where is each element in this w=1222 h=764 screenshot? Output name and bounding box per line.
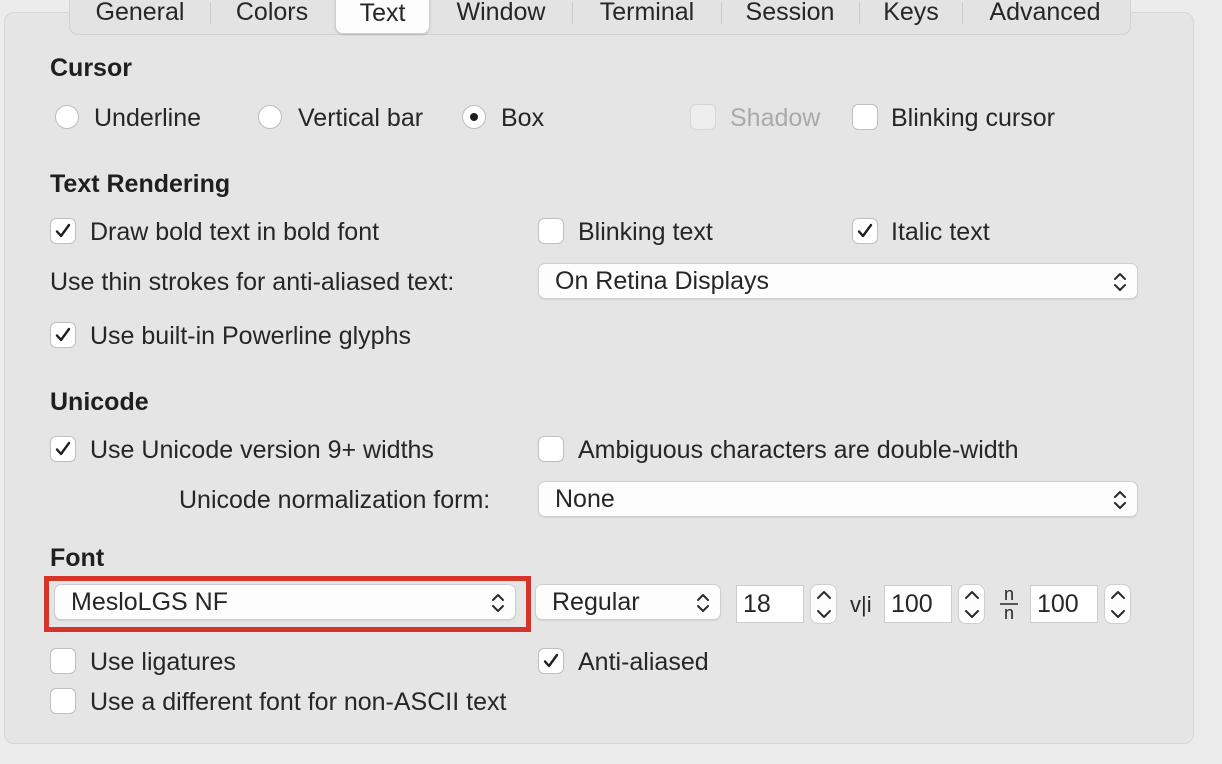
shadow-label: Shadow: [730, 104, 821, 132]
font-style-select[interactable]: Regular: [535, 584, 721, 620]
tab-window[interactable]: Window: [436, 0, 566, 32]
horizontal-spacing-stepper[interactable]: [958, 584, 985, 624]
radio-vertical-bar[interactable]: [258, 105, 282, 129]
tab-separator: [962, 2, 963, 24]
tab-session[interactable]: Session: [727, 0, 853, 32]
horizontal-spacing-icon: v|i: [850, 592, 872, 617]
radio-underline-label[interactable]: Underline: [94, 104, 201, 133]
horizontal-spacing-field[interactable]: 100: [884, 585, 952, 623]
non-ascii-font-checkbox[interactable]: [50, 688, 76, 714]
tab-terminal[interactable]: Terminal: [578, 0, 716, 32]
chevron-up-icon: [1111, 591, 1125, 599]
svg-text:n: n: [1004, 603, 1014, 623]
italic-text-label[interactable]: Italic text: [891, 218, 990, 247]
ligatures-label[interactable]: Use ligatures: [90, 648, 236, 677]
unicode-widths-checkbox[interactable]: [50, 436, 76, 462]
blinking-text-label[interactable]: Blinking text: [578, 218, 713, 247]
italic-text-checkbox[interactable]: [852, 218, 878, 244]
cursor-heading: Cursor: [50, 54, 132, 82]
thin-strokes-select[interactable]: On Retina Displays: [538, 263, 1138, 299]
chevron-up-icon: [817, 591, 831, 599]
thin-strokes-label: Use thin strokes for anti-aliased text:: [50, 268, 455, 296]
updown-chevron-icon: [1114, 273, 1126, 291]
powerline-checkbox[interactable]: [50, 322, 76, 348]
tab-advanced[interactable]: Advanced: [968, 0, 1122, 32]
checkmark-icon: [55, 223, 71, 238]
anti-aliased-checkbox[interactable]: [538, 648, 564, 674]
chevron-down-icon: [1111, 610, 1125, 618]
tab-general[interactable]: General: [76, 0, 204, 32]
radio-box-label[interactable]: Box: [501, 104, 544, 133]
checkmark-icon: [543, 653, 559, 668]
blinking-text-checkbox[interactable]: [538, 218, 564, 244]
anti-aliased-label[interactable]: Anti-aliased: [578, 648, 709, 677]
tab-separator: [572, 2, 573, 24]
chevron-up-icon: [965, 591, 979, 599]
tab-separator: [210, 2, 211, 24]
vertical-spacing-field[interactable]: 100: [1030, 585, 1098, 623]
unicode-heading: Unicode: [50, 388, 149, 416]
text-rendering-heading: Text Rendering: [50, 170, 231, 198]
font-size-field[interactable]: 18: [736, 585, 804, 623]
tab-keys[interactable]: Keys: [866, 0, 956, 32]
ligatures-checkbox[interactable]: [50, 648, 76, 674]
thin-strokes-value: On Retina Displays: [555, 267, 769, 295]
chevron-down-icon: [817, 610, 831, 618]
updown-chevron-icon: [697, 594, 709, 612]
normalization-value: None: [555, 485, 615, 513]
checkmark-icon: [55, 327, 71, 342]
radio-box[interactable]: [462, 105, 486, 129]
vertical-spacing-icon: n n: [1000, 584, 1018, 623]
updown-chevron-icon: [1114, 491, 1126, 509]
shadow-checkbox: [690, 104, 716, 130]
tab-separator: [721, 2, 722, 24]
font-size-stepper[interactable]: [810, 584, 837, 624]
bold-font-label[interactable]: Draw bold text in bold font: [90, 218, 379, 247]
bold-font-checkbox[interactable]: [50, 218, 76, 244]
chevron-down-icon: [965, 610, 979, 618]
font-heading: Font: [50, 544, 105, 572]
svg-text:n: n: [1004, 584, 1014, 604]
blinking-cursor-checkbox[interactable]: [852, 104, 878, 130]
checkmark-icon: [857, 223, 873, 238]
ambiguous-chars-label[interactable]: Ambiguous characters are double-width: [578, 436, 1019, 465]
normalization-label: Unicode normalization form:: [179, 486, 491, 514]
non-ascii-font-label[interactable]: Use a different font for non-ASCII text: [90, 688, 506, 717]
unicode-widths-label[interactable]: Use Unicode version 9+ widths: [90, 436, 434, 465]
font-style-value: Regular: [552, 588, 640, 616]
vertical-spacing-stepper[interactable]: [1104, 584, 1131, 624]
checkmark-icon: [55, 441, 71, 456]
tab-text[interactable]: Text: [335, 0, 430, 34]
blinking-cursor-label[interactable]: Blinking cursor: [891, 104, 1055, 133]
ambiguous-chars-checkbox[interactable]: [538, 436, 564, 462]
radio-underline[interactable]: [55, 105, 79, 129]
powerline-label[interactable]: Use built-in Powerline glyphs: [90, 322, 411, 351]
font-family-highlight-box: [44, 576, 531, 632]
radio-vertical-bar-label[interactable]: Vertical bar: [298, 104, 423, 133]
tab-separator: [859, 2, 860, 24]
tab-colors[interactable]: Colors: [216, 0, 328, 32]
normalization-select[interactable]: None: [538, 481, 1138, 517]
